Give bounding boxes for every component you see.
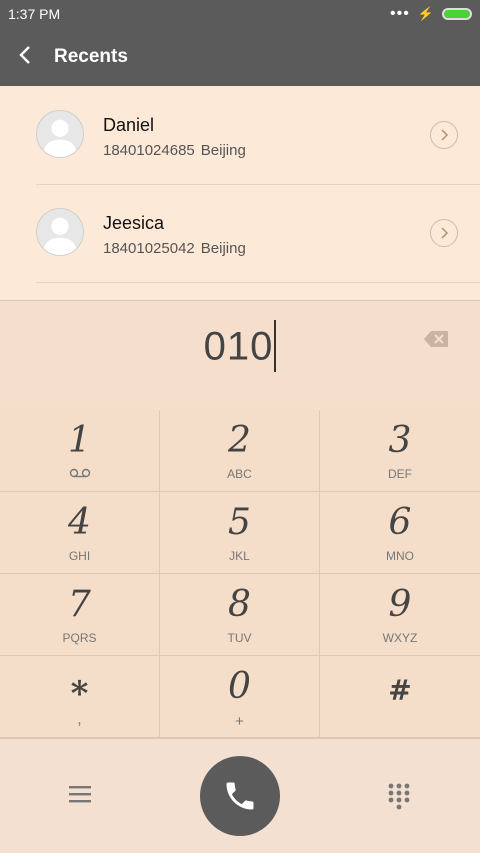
contact-number: 18401025042 [103, 240, 195, 257]
key-digit: 4 [68, 502, 91, 543]
voicemail-icon [0, 467, 159, 481]
key-8[interactable]: 8 TUV [160, 574, 320, 656]
contact-details: 18401025042 Beijing [103, 240, 246, 257]
dial-input-area[interactable]: 010 [0, 300, 480, 410]
key-letters: DEF [388, 467, 412, 481]
contact-location: Beijing [200, 240, 246, 257]
divider [36, 282, 480, 283]
key-4[interactable]: 4 GHI [0, 492, 160, 574]
status-icons: ••• ⚡ [390, 5, 472, 23]
dial-keypad: 1 2 ABC 3 DEF 4 GHI 5 JKL 6 MNO 7 PQRS 8… [0, 410, 480, 738]
more-dots-icon: ••• [390, 5, 410, 22]
backspace-icon[interactable] [423, 330, 449, 348]
key-1[interactable]: 1 [0, 410, 160, 492]
dialed-number: 010 [0, 320, 480, 375]
key-letters: , [77, 711, 82, 728]
key-digit: 0 [228, 666, 251, 707]
menu-icon[interactable] [68, 784, 92, 804]
key-letters: GHI [68, 549, 91, 563]
dialed-number-text: 010 [203, 324, 274, 369]
list-item[interactable]: Daniel 18401024685 Beijing [0, 86, 480, 184]
person-icon [42, 217, 78, 255]
key-letters: WXYZ [382, 631, 418, 645]
charging-icon: ⚡ [417, 6, 434, 21]
contact-location: Beijing [200, 142, 246, 159]
key-3[interactable]: 3 DEF [320, 410, 480, 492]
key-letters: ABC [227, 467, 252, 481]
key-hash[interactable]: # [320, 656, 480, 738]
key-digit: 8 [228, 584, 251, 625]
key-letters: MNO [386, 549, 414, 563]
key-6[interactable]: 6 MNO [320, 492, 480, 574]
key-letters: TUV [227, 631, 252, 645]
avatar [36, 208, 84, 256]
key-letters: PQRS [62, 631, 97, 645]
contact-number: 18401024685 [103, 142, 195, 159]
battery-icon [442, 8, 472, 20]
app-bar: Recents [0, 28, 480, 86]
list-item[interactable]: Jeesica 18401025042 Beijing [0, 184, 480, 282]
person-icon [42, 119, 78, 157]
key-star[interactable]: * , [0, 656, 160, 738]
key-digit: # [388, 674, 412, 707]
key-5[interactable]: 5 JKL [160, 492, 320, 574]
status-bar: 1:37 PM ••• ⚡ [0, 0, 480, 28]
key-digit: 9 [388, 584, 412, 625]
key-0[interactable]: 0 + [160, 656, 320, 738]
contact-details: 18401024685 Beijing [103, 142, 246, 159]
details-chevron-icon[interactable] [430, 219, 458, 247]
avatar [36, 110, 84, 158]
status-time: 1:37 PM [8, 6, 61, 22]
key-digit: 1 [68, 420, 91, 461]
key-7[interactable]: 7 PQRS [0, 574, 160, 656]
page-title: Recents [54, 46, 128, 67]
key-letters: JKL [229, 549, 250, 563]
contact-name: Daniel [103, 115, 155, 135]
contact-name: Jeesica [103, 213, 165, 233]
key-digit: 5 [228, 502, 251, 543]
key-digit: * [70, 674, 89, 714]
recents-list: Daniel 18401024685 Beijing Jeesica 184010… [0, 86, 480, 300]
key-2[interactable]: 2 ABC [160, 410, 320, 492]
key-9[interactable]: 9 WXYZ [320, 574, 480, 656]
call-button[interactable] [200, 756, 280, 836]
keypad-icon[interactable] [387, 782, 411, 810]
phone-icon [226, 782, 254, 810]
key-digit: 7 [68, 584, 91, 625]
key-digit: 6 [388, 502, 412, 543]
key-digit: 2 [228, 420, 251, 461]
bottom-bar [0, 738, 480, 853]
text-cursor [274, 320, 277, 372]
key-digit: 3 [388, 420, 412, 461]
key-letters: + [235, 713, 244, 730]
details-chevron-icon[interactable] [430, 121, 458, 149]
back-icon[interactable] [18, 44, 32, 71]
